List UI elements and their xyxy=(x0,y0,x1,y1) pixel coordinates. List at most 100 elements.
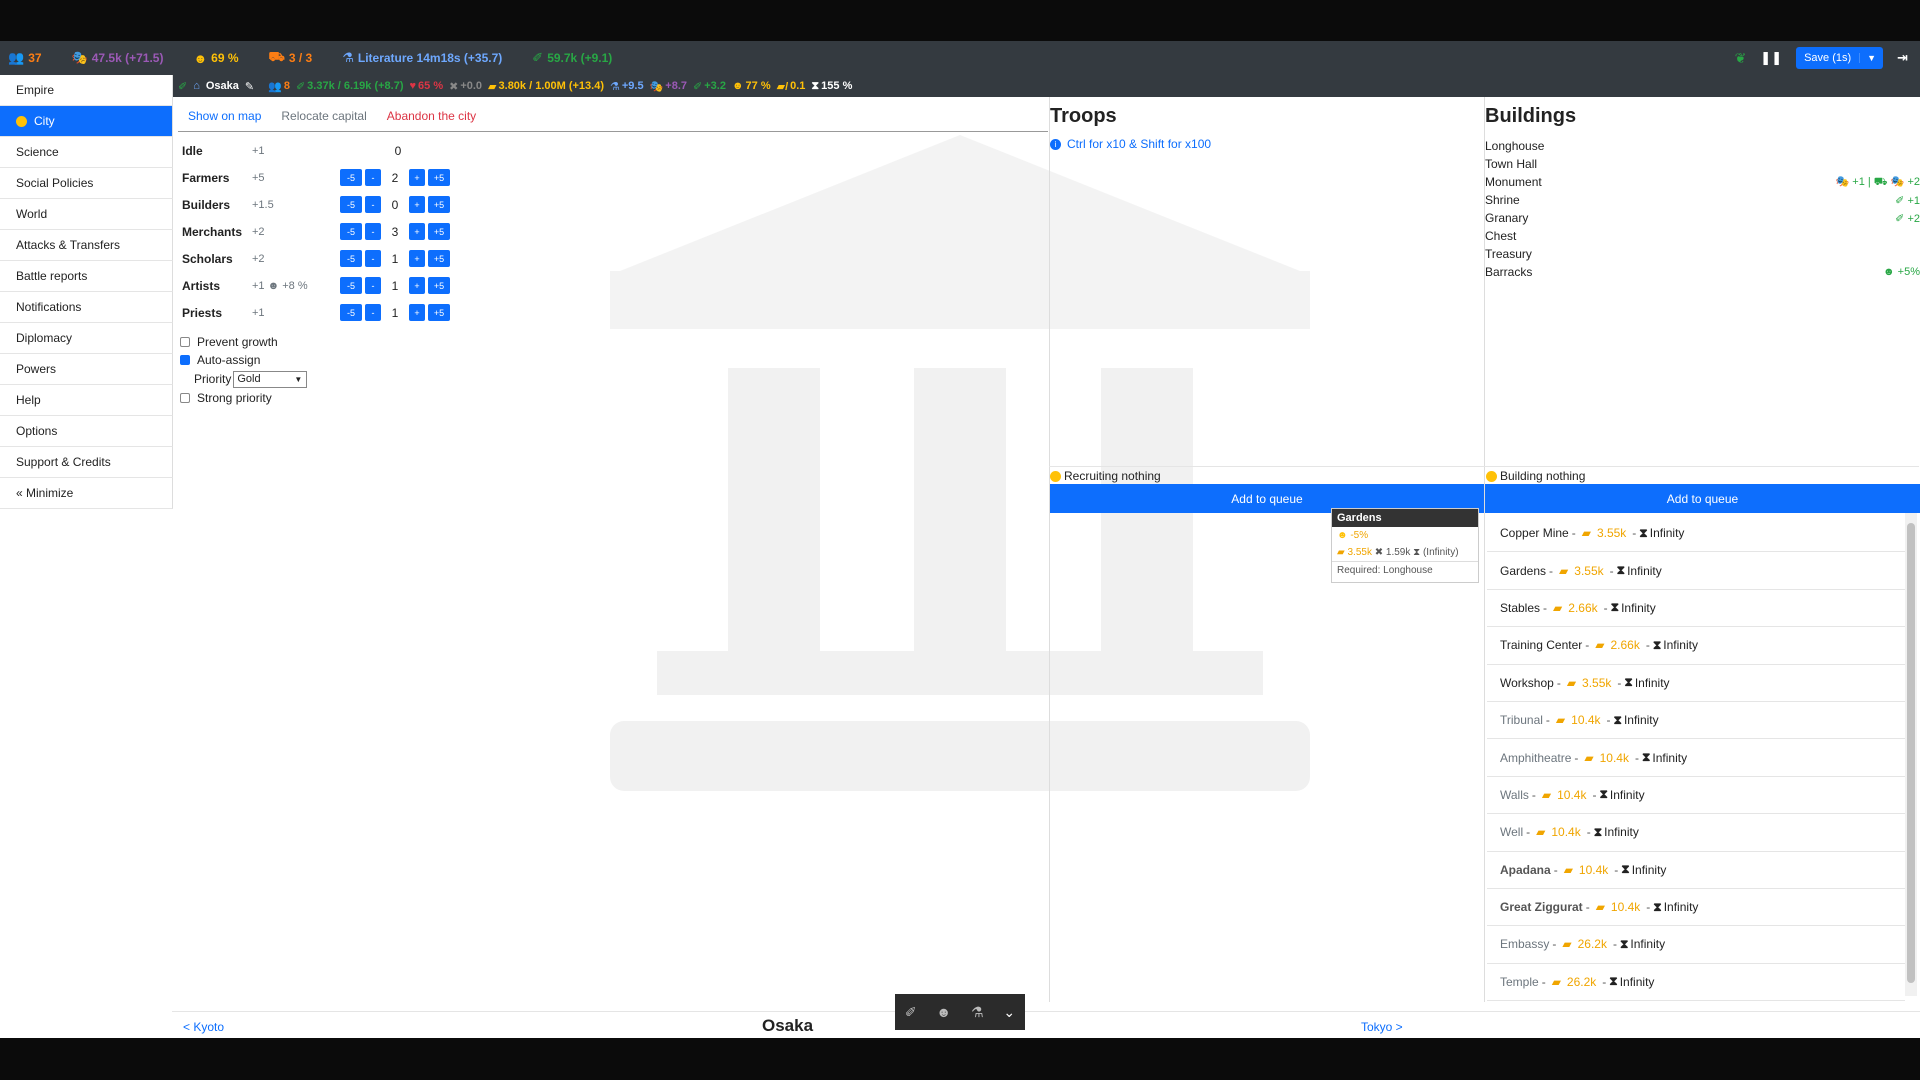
logout-icon[interactable]: ⇥ xyxy=(1897,50,1908,66)
plus-1-button[interactable]: + xyxy=(409,250,425,267)
sidebar-item-options[interactable]: Options xyxy=(0,416,173,447)
queue-item[interactable]: Stables - ▰ 2.66k - ⧗ Infinity xyxy=(1487,590,1905,628)
queue-item[interactable]: Training Center - ▰ 2.66k - ⧗ Infinity xyxy=(1487,627,1905,665)
strong-priority-checkbox[interactable] xyxy=(180,393,190,403)
sidebar-item-help[interactable]: Help xyxy=(0,385,173,416)
priority-label: Priority xyxy=(194,372,232,386)
queue-item[interactable]: Great Ziggurat - ▰ 10.4k - ⧗ Infinity xyxy=(1487,889,1905,927)
gold-icon: ▰ xyxy=(1584,750,1594,765)
building-name: Longhouse xyxy=(1485,139,1545,153)
plus-5-button[interactable]: +5 xyxy=(428,223,450,240)
building-bonus: ✐ +2 xyxy=(1895,212,1920,225)
priority-select[interactable]: Gold ▼ xyxy=(233,370,308,388)
sidebar-item-minimize[interactable]: « Minimize xyxy=(0,478,173,509)
population-icon: 👥 xyxy=(8,50,25,65)
abandon-city-link[interactable]: Abandon the city xyxy=(387,109,476,123)
queue-scrollbar[interactable] xyxy=(1905,513,1917,996)
queue-item[interactable]: Well - ▰ 10.4k - ⧗ Infinity xyxy=(1487,814,1905,852)
queue-item[interactable]: Temple - ▰ 26.2k - ⧗ Infinity xyxy=(1487,964,1905,1002)
minus-5-button[interactable]: -5 xyxy=(340,196,362,213)
plus-5-button[interactable]: +5 xyxy=(428,277,450,294)
plus-1-button[interactable]: + xyxy=(409,223,425,240)
sidebar-item-notifications[interactable]: Notifications xyxy=(0,292,173,323)
city-stat: +9.5 xyxy=(621,80,644,92)
sidebar-item-support-credits[interactable]: Support & Credits xyxy=(0,447,173,478)
separator: - xyxy=(1603,600,1608,615)
plus-5-button[interactable]: +5 xyxy=(428,250,450,267)
minus-1-button[interactable]: - xyxy=(365,223,381,240)
sidebar-item-science[interactable]: Science xyxy=(0,137,173,168)
show-on-map-link[interactable]: Show on map xyxy=(188,109,261,123)
plus-5-button[interactable]: +5 xyxy=(428,169,450,186)
auto-assign-checkbox[interactable] xyxy=(180,355,190,365)
city-name: Osaka xyxy=(205,80,239,92)
queue-item[interactable]: Gardens - ▰ 3.55k - ⧗ Infinity xyxy=(1487,552,1905,590)
chevron-double-down-icon[interactable]: ⌄ xyxy=(1003,1004,1015,1021)
sidebar-item-diplomacy[interactable]: Diplomacy xyxy=(0,323,173,354)
sidebar-item-empire[interactable]: Empire xyxy=(0,75,173,106)
auto-assign-option[interactable]: Auto-assign xyxy=(180,351,307,369)
sidebar-item-social-policies[interactable]: Social Policies xyxy=(0,168,173,199)
minus-1-button[interactable]: - xyxy=(365,250,381,267)
population-options: Prevent growth Auto-assign Priority Gold… xyxy=(180,333,308,407)
minus-5-button[interactable]: -5 xyxy=(340,169,362,186)
sidebar-item-city[interactable]: City xyxy=(0,106,173,137)
faith-icon[interactable]: ✐ xyxy=(905,1004,917,1021)
queue-item[interactable]: Apadana - ▰ 10.4k - ⧗ Infinity xyxy=(1487,852,1905,889)
previous-city-link[interactable]: < Kyoto xyxy=(183,1020,224,1034)
prevent-growth-checkbox[interactable] xyxy=(180,337,190,347)
queue-item[interactable]: Walls - ▰ 10.4k - ⧗ Infinity xyxy=(1487,777,1905,815)
research-icon: ⚗ xyxy=(342,50,354,65)
plus-5-button[interactable]: +5 xyxy=(428,196,450,213)
minus-1-button[interactable]: - xyxy=(365,169,381,186)
minus-5-button[interactable]: -5 xyxy=(340,277,362,294)
minus-5-button[interactable]: -5 xyxy=(340,304,362,321)
sidebar-item-label: Science xyxy=(16,145,59,159)
minus-1-button[interactable]: - xyxy=(365,196,381,213)
plus-1-button[interactable]: + xyxy=(409,277,425,294)
minus-1-button[interactable]: - xyxy=(365,277,381,294)
queue-item[interactable]: Embassy - ▰ 26.2k - ⧗ Infinity xyxy=(1487,926,1905,964)
buildings-add-to-queue-button[interactable]: Add to queue xyxy=(1485,484,1920,513)
minus-5-button[interactable]: -5 xyxy=(340,223,362,240)
next-city-link[interactable]: Tokyo > xyxy=(1361,1020,1403,1034)
footer-divider xyxy=(172,1011,1920,1012)
queue-item[interactable]: Amphitheatre - ▰ 10.4k - ⧗ Infinity xyxy=(1487,739,1905,777)
relocate-capital-link[interactable]: Relocate capital xyxy=(281,109,366,123)
plus-1-button[interactable]: + xyxy=(409,196,425,213)
resource-value: 59.7k (+9.1) xyxy=(547,51,613,65)
sidebar-item-battle-reports[interactable]: Battle reports xyxy=(0,261,173,292)
strong-priority-option[interactable]: Strong priority xyxy=(180,389,307,407)
queue-item-name: Temple xyxy=(1500,974,1539,989)
chevron-down-icon[interactable]: ▼ xyxy=(1859,53,1883,63)
sprout-icon[interactable]: ❦ xyxy=(1735,50,1747,67)
building-row: Shrine ✐ +1 xyxy=(1485,191,1920,209)
queue-item-name: Gardens xyxy=(1500,563,1547,578)
minus-1-button[interactable]: - xyxy=(365,304,381,321)
sidebar-item-powers[interactable]: Powers xyxy=(0,354,173,385)
city-stat: 65 % xyxy=(418,80,444,92)
scrollbar-thumb[interactable] xyxy=(1907,523,1915,983)
pause-icon[interactable]: ❚❚ xyxy=(1760,50,1782,66)
research-icon[interactable]: ⚗ xyxy=(971,1004,984,1021)
edit-icon[interactable]: ✎ xyxy=(245,80,254,93)
stat-icon: 👥 xyxy=(268,80,282,93)
separator: - xyxy=(1553,862,1558,877)
happiness-icon[interactable]: ☻ xyxy=(936,1004,951,1020)
queue-item[interactable]: Copper Mine - ▰ 3.55k - ⧗ Infinity xyxy=(1487,515,1905,553)
plus-1-button[interactable]: + xyxy=(409,169,425,186)
prevent-growth-option[interactable]: Prevent growth xyxy=(180,333,307,351)
hourglass-icon: ⧗ xyxy=(1609,974,1618,989)
sidebar-item-attacks-transfers[interactable]: Attacks & Transfers xyxy=(0,230,173,261)
production-icon: ✖ xyxy=(1374,547,1384,558)
gold-icon: ▰ xyxy=(1559,563,1569,578)
save-button[interactable]: Save (1s) ▼ xyxy=(1796,47,1884,69)
minus-5-button[interactable]: -5 xyxy=(340,250,362,267)
city-stat: 3.80k / 1.00M (+13.4) xyxy=(498,80,604,92)
plus-5-button[interactable]: +5 xyxy=(428,304,450,321)
plus-1-button[interactable]: + xyxy=(409,304,425,321)
building-row: Chest xyxy=(1485,227,1920,245)
sidebar-item-world[interactable]: World xyxy=(0,199,173,230)
queue-item[interactable]: Workshop - ▰ 3.55k - ⧗ Infinity xyxy=(1487,665,1905,702)
queue-item[interactable]: Tribunal - ▰ 10.4k - ⧗ Infinity xyxy=(1487,702,1905,740)
